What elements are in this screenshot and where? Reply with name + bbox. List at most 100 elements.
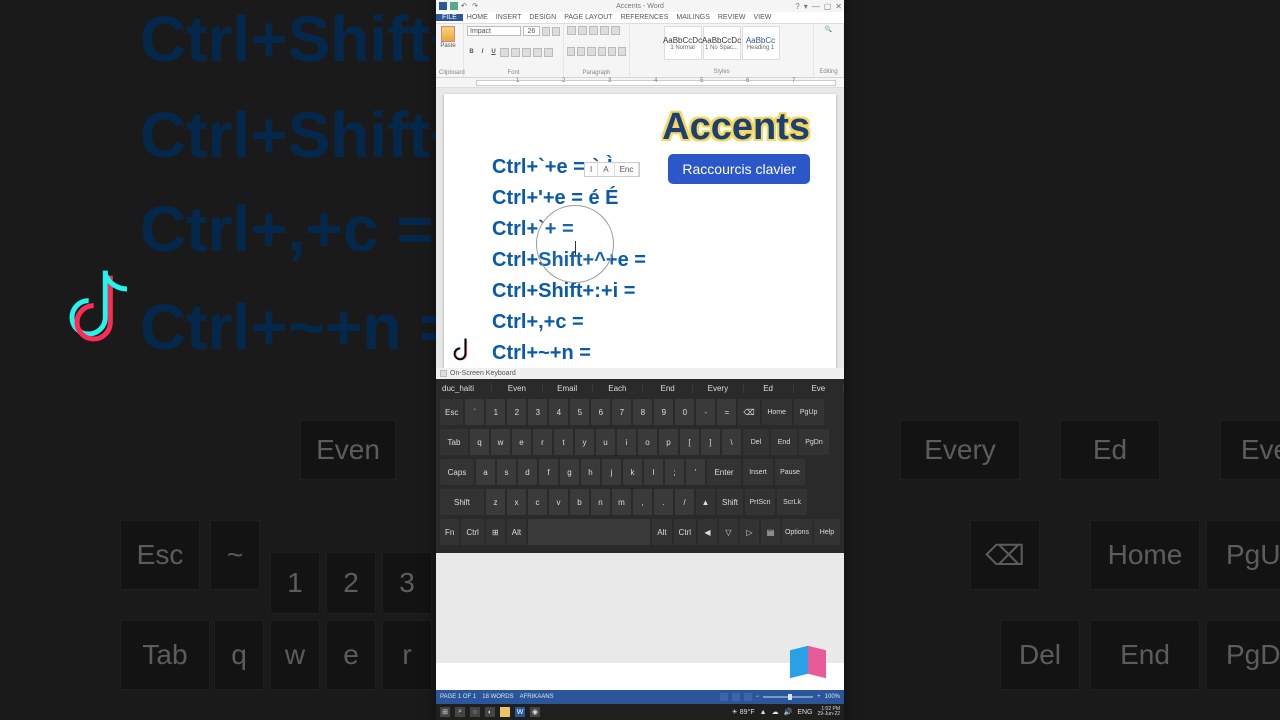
- key-k[interactable]: k: [623, 459, 642, 485]
- horizontal-ruler[interactable]: 1 2 3 4 5 6 7: [436, 78, 844, 88]
- tab-references[interactable]: REFERENCES: [617, 14, 673, 21]
- minimize-icon[interactable]: —: [812, 2, 820, 11]
- mini-italic[interactable]: I: [585, 163, 598, 176]
- key-v[interactable]: v: [549, 489, 568, 515]
- chrome-icon[interactable]: ◉: [530, 707, 540, 717]
- tray-volume-icon[interactable]: 🔊: [784, 708, 793, 716]
- search-icon[interactable]: ⌕: [455, 707, 465, 717]
- key-m[interactable]: m: [612, 489, 631, 515]
- key-2[interactable]: 2: [507, 399, 526, 425]
- tray-lang[interactable]: ENG: [797, 709, 812, 716]
- tray-onedrive-icon[interactable]: ☁: [772, 708, 779, 716]
- tab-insert[interactable]: INSERT: [492, 14, 526, 21]
- key-u[interactable]: u: [596, 429, 615, 455]
- key-l[interactable]: l: [644, 459, 663, 485]
- key-semicolon[interactable]: ;: [665, 459, 684, 485]
- underline-button[interactable]: U: [489, 49, 498, 55]
- multilevel-icon[interactable]: [589, 26, 598, 35]
- key-y[interactable]: y: [575, 429, 594, 455]
- key-rshift[interactable]: Shift: [717, 489, 743, 515]
- style-heading1[interactable]: AaBbCcHeading 1: [742, 26, 780, 60]
- key-rbracket[interactable]: ]: [701, 429, 720, 455]
- style-nospacing[interactable]: AaBbCcDc1 No Spac...: [703, 26, 741, 60]
- osk-suggestion[interactable]: Email: [543, 384, 593, 393]
- key-menu[interactable]: ▤: [761, 519, 780, 545]
- key-help[interactable]: Help: [814, 519, 840, 545]
- tab-view[interactable]: VIEW: [749, 14, 775, 21]
- key-right[interactable]: ▷: [740, 519, 759, 545]
- key-options[interactable]: Options: [782, 519, 812, 545]
- shading-icon[interactable]: [608, 47, 616, 56]
- ribbon-opts-icon[interactable]: ▾: [804, 2, 808, 11]
- bold-button[interactable]: B: [467, 49, 476, 55]
- osk-suggestion[interactable]: Ed: [744, 384, 794, 393]
- fontcolor-icon[interactable]: [544, 48, 553, 57]
- indent-dec-icon[interactable]: [600, 26, 609, 35]
- mini-fontcolor[interactable]: A: [598, 163, 614, 176]
- zoom-slider[interactable]: [763, 696, 813, 698]
- key-3[interactable]: 3: [528, 399, 547, 425]
- tray-overflow-icon[interactable]: ▲: [760, 709, 767, 716]
- key-comma[interactable]: ,: [633, 489, 652, 515]
- key-t[interactable]: t: [554, 429, 573, 455]
- key-h[interactable]: h: [581, 459, 600, 485]
- key-lbracket[interactable]: [: [680, 429, 699, 455]
- key-minus[interactable]: -: [696, 399, 715, 425]
- mini-more[interactable]: Enc: [615, 163, 640, 176]
- task-view-icon[interactable]: ○: [470, 707, 480, 717]
- key-backtick[interactable]: `: [465, 399, 484, 425]
- tab-file[interactable]: FILE: [436, 14, 463, 21]
- key-9[interactable]: 9: [654, 399, 673, 425]
- weather-widget[interactable]: ☀ 89°F: [732, 708, 755, 716]
- key-pause[interactable]: Pause: [775, 459, 805, 485]
- find-icon[interactable]: 🔍: [825, 26, 832, 33]
- tab-page-layout[interactable]: PAGE LAYOUT: [560, 14, 616, 21]
- key-fn[interactable]: Fn: [440, 519, 459, 545]
- undo-icon[interactable]: ↶: [461, 2, 469, 10]
- explorer-icon[interactable]: [500, 707, 510, 717]
- quick-access-toolbar[interactable]: ↶ ↷: [436, 2, 480, 10]
- key-s[interactable]: s: [497, 459, 516, 485]
- key-g[interactable]: g: [560, 459, 579, 485]
- font-name-combo[interactable]: Impact: [467, 26, 521, 36]
- key-space[interactable]: [528, 519, 650, 545]
- key-w[interactable]: w: [491, 429, 510, 455]
- key-z[interactable]: z: [486, 489, 505, 515]
- key-insert[interactable]: Insert: [743, 459, 773, 485]
- key-7[interactable]: 7: [612, 399, 631, 425]
- key-a[interactable]: a: [476, 459, 495, 485]
- key-home[interactable]: Home: [762, 399, 792, 425]
- tab-design[interactable]: DESIGN: [525, 14, 560, 21]
- key-b[interactable]: b: [570, 489, 589, 515]
- key-x[interactable]: x: [507, 489, 526, 515]
- osk-suggestion[interactable]: Each: [593, 384, 643, 393]
- key-lctrl[interactable]: Ctrl: [461, 519, 483, 545]
- zoom-out-icon[interactable]: −: [756, 694, 760, 700]
- word-taskbar-icon[interactable]: W: [515, 707, 525, 717]
- key-prtscn[interactable]: PrtScn: [745, 489, 775, 515]
- key-equals[interactable]: =: [717, 399, 736, 425]
- key-apos[interactable]: ': [686, 459, 705, 485]
- align-left-icon[interactable]: [567, 47, 575, 56]
- key-end[interactable]: End: [771, 429, 797, 455]
- key-del[interactable]: Del: [743, 429, 769, 455]
- key-1[interactable]: 1: [486, 399, 505, 425]
- key-backslash[interactable]: \: [722, 429, 741, 455]
- help-icon[interactable]: ?: [795, 2, 799, 11]
- key-4[interactable]: 4: [549, 399, 568, 425]
- italic-button[interactable]: I: [478, 49, 487, 55]
- key-pgdn[interactable]: PgDn: [799, 429, 829, 455]
- key-n[interactable]: n: [591, 489, 610, 515]
- key-scrlk[interactable]: ScrLk: [777, 489, 807, 515]
- grow-font-icon[interactable]: [542, 27, 550, 36]
- bullets-icon[interactable]: [567, 26, 576, 35]
- strike-icon[interactable]: [500, 48, 509, 57]
- subscript-icon[interactable]: [511, 48, 520, 57]
- key-caps[interactable]: Caps: [440, 459, 474, 485]
- redo-icon[interactable]: ↷: [472, 2, 480, 10]
- key-0[interactable]: 0: [675, 399, 694, 425]
- word-count[interactable]: 18 WORDS: [482, 694, 513, 700]
- view-print-icon[interactable]: [732, 693, 740, 701]
- key-p[interactable]: p: [659, 429, 678, 455]
- font-size-combo[interactable]: 26: [523, 26, 539, 36]
